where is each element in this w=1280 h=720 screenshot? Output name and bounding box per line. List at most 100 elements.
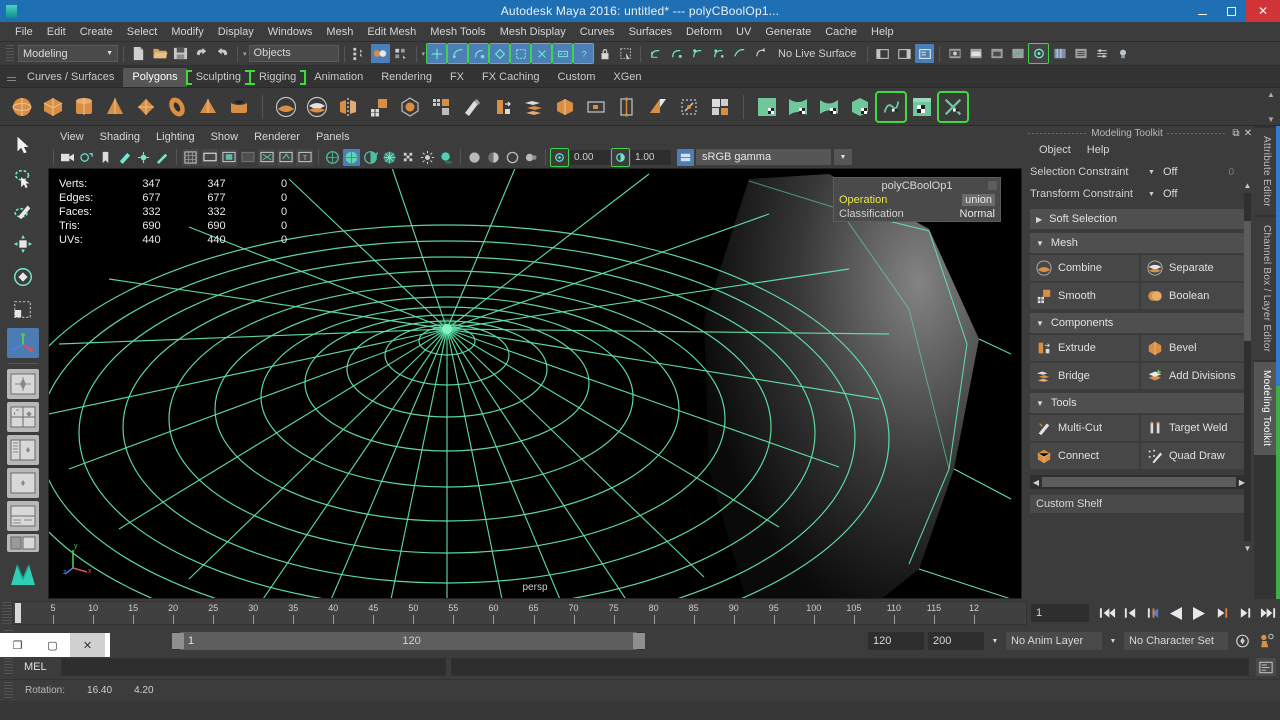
viewport-menu-shading[interactable]: Shading [92,131,148,143]
playback-end-field[interactable]: 120 [868,632,924,650]
command-line-grip[interactable] [4,658,13,676]
close-button[interactable]: ✕ [1246,0,1280,22]
time-slider-grip[interactable] [2,602,12,624]
menu-mesh[interactable]: Mesh [319,22,360,42]
play-backwards-icon[interactable] [1166,604,1186,622]
viewport-menu-lighting[interactable]: Lighting [148,131,203,143]
mtk-menu-object[interactable]: Object [1032,144,1078,156]
minimize-button[interactable] [1188,0,1217,22]
attribute-editor-toggle-icon[interactable] [915,44,935,63]
texture-toggle-icon[interactable] [400,149,417,166]
move-tool[interactable] [7,229,39,259]
snap-uv-icon[interactable] [531,43,553,64]
image-plane-icon[interactable] [116,149,133,166]
smooth-shade-all-icon[interactable] [343,148,360,166]
modeling-toolkit-vscrollbar[interactable]: ▲ ▼ [1243,181,1252,553]
menu-edit[interactable]: Edit [40,22,73,42]
uv-planar-icon[interactable] [753,93,781,121]
construction-history-icon[interactable] [646,44,665,63]
rotate-tool[interactable] [7,262,39,292]
modeling-toolkit-hscrollbar[interactable]: ◀ ▶ [1030,475,1248,489]
chevron-down-icon[interactable]: ▼ [1148,191,1155,198]
menu-display[interactable]: Display [211,22,261,42]
menu-modify[interactable]: Modify [164,22,210,42]
snap-question-icon[interactable]: ? [573,43,595,64]
paint-select-tool[interactable] [7,196,39,226]
xray-joints-icon[interactable] [277,148,294,166]
step-forward-frame-icon[interactable] [1212,604,1232,622]
camera-attributes-icon[interactable] [78,149,95,166]
uv-unfold-icon[interactable] [875,90,907,123]
mtk-menu-help[interactable]: Help [1080,144,1117,156]
snap-grid-icon[interactable] [426,43,448,64]
sculpt-icon[interactable] [458,93,486,121]
render-settings-icon[interactable] [1028,43,1050,64]
undock-icon[interactable]: ⧉ [1230,128,1242,139]
menu-select[interactable]: Select [120,22,165,42]
render-sequence-icon[interactable] [1008,44,1027,63]
attribute-value[interactable]: union [962,194,995,206]
section-tools[interactable]: ▼ Tools [1030,393,1250,413]
uv-spherical-icon[interactable] [815,93,843,121]
chevron-left-icon[interactable]: ◀ [1030,478,1042,487]
close-icon[interactable] [988,181,997,190]
in-view-editor-row-classification[interactable]: Classification Normal [834,207,1000,221]
shelf-tab-polygons[interactable]: Polygons [123,68,187,87]
render-current-frame-icon[interactable] [945,44,964,63]
multisample-aa-icon[interactable] [504,149,521,166]
chevron-down-icon[interactable]: ▼ [988,638,1002,645]
menu-file[interactable]: File [8,22,40,42]
object-selection-field[interactable]: Objects [248,45,339,62]
smooth-icon[interactable] [365,93,393,121]
viewport-menu-renderer[interactable]: Renderer [246,131,308,143]
four-view-layout[interactable] [7,402,39,432]
viewport-menu-panels[interactable]: Panels [308,131,358,143]
open-scene-icon[interactable] [150,44,169,63]
offset-edge-loop-icon[interactable] [644,93,672,121]
history-both-icon[interactable] [709,44,728,63]
separate-icon[interactable] [303,93,331,121]
separate-button[interactable]: Separate [1141,255,1250,281]
shelf-tab-sculpting[interactable]: Sculpting [185,68,252,87]
chevron-down-icon[interactable]: ▼ [1264,115,1278,124]
statusline-grip[interactable] [6,44,14,63]
chevron-down-icon[interactable]: ▼ [1106,638,1120,645]
restore-icon[interactable]: ❐ [0,633,35,657]
snap-projected-center-icon[interactable] [489,43,511,64]
menu-uv[interactable]: UV [729,22,758,42]
shelf-tab-curves-surfaces[interactable]: Curves / Surfaces [18,68,123,87]
bridge-icon[interactable] [520,93,548,121]
section-mesh[interactable]: ▼ Mesh [1030,233,1250,253]
poly-sphere-icon[interactable] [8,93,36,121]
save-scene-icon[interactable] [171,44,190,63]
multi-cut-button[interactable]: Multi-Cut [1030,415,1139,441]
quad-draw-button[interactable]: Quad Draw [1141,443,1250,469]
two-pane-layout[interactable] [7,534,39,552]
step-back-frame-icon[interactable] [1143,604,1163,622]
smooth-button[interactable]: Smooth [1030,283,1139,309]
gamma-icon[interactable] [611,147,630,167]
connect-button[interactable]: Connect [1030,443,1139,469]
grease-pencil-icon[interactable] [154,149,171,166]
poly-cone-icon[interactable] [101,93,129,121]
attribute-value[interactable]: Normal [960,208,995,220]
selection-highlight-icon[interactable] [616,44,635,63]
step-back-key-icon[interactable] [1120,604,1140,622]
boolean-button[interactable]: Boolean [1141,283,1250,309]
help-line-grip[interactable] [4,681,13,700]
range-end-field[interactable]: 200 [928,632,984,650]
select-object-icon[interactable] [370,44,390,63]
select-hierarchy-icon[interactable] [350,44,369,63]
snap-curve-icon[interactable] [447,43,469,64]
select-tool[interactable] [7,130,39,160]
menu-deform[interactable]: Deform [679,22,729,42]
in-view-editor[interactable]: polyCBoolOp1 Operation union Classificat… [833,177,1001,222]
wireframe-on-shaded-icon[interactable] [381,149,398,166]
maximize-icon[interactable]: ▢ [35,633,70,657]
tab-attribute-editor[interactable]: Attribute Editor [1254,128,1276,215]
menu-mesh-tools[interactable]: Mesh Tools [423,22,492,42]
target-weld-button[interactable]: Target Weld [1141,415,1250,441]
gamma-value[interactable]: 1.00 [631,149,671,165]
selection-constraint-value[interactable]: Off [1163,166,1177,178]
render-region-icon[interactable] [987,44,1006,63]
